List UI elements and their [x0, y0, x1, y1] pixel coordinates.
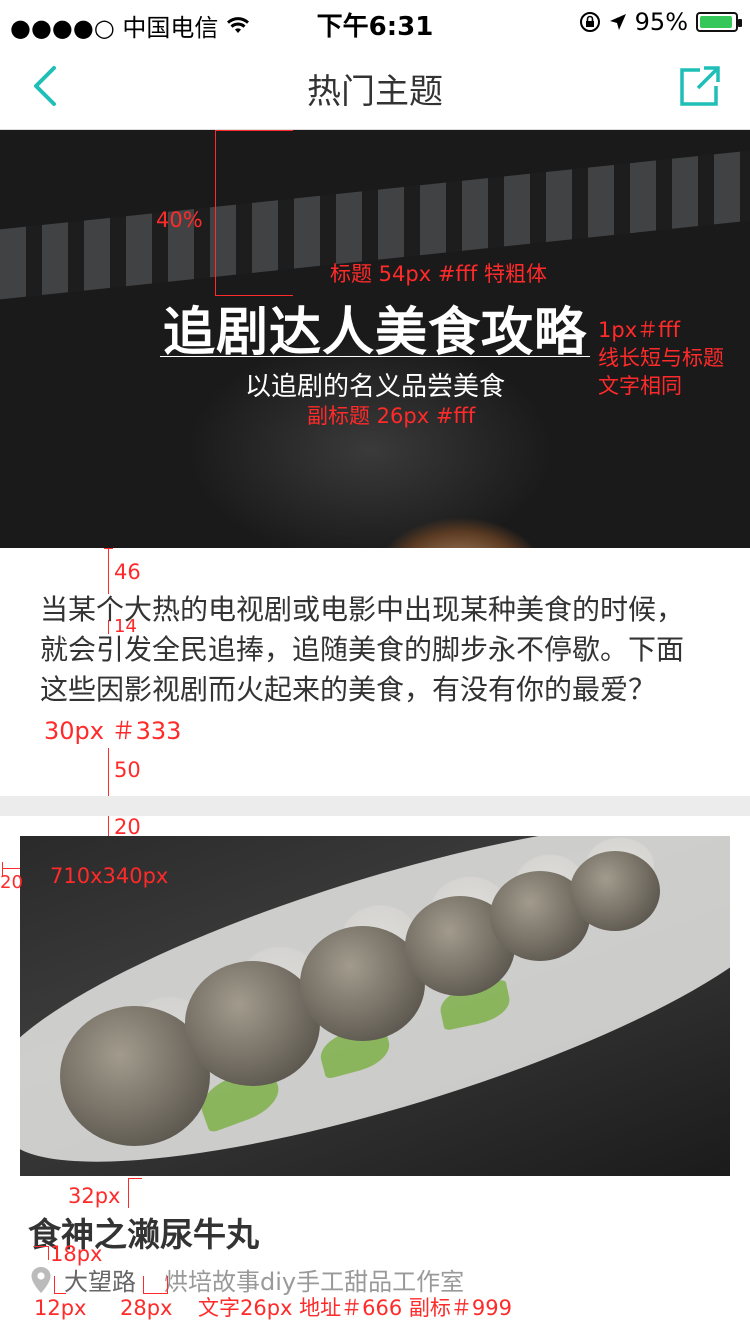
intro-paragraph: 当某个大热的电视剧或电影中出现某种美食的时候，就会引发全民追捧，追随美食的脚步永…	[40, 590, 710, 750]
annotation-line	[108, 816, 109, 836]
status-bar: ●●●●○ 中国电信 下午6:31 95%	[0, 0, 750, 42]
annotation-line	[128, 1178, 129, 1208]
rotation-lock-icon	[579, 12, 600, 32]
annotation-line	[104, 548, 113, 549]
annotation-line	[215, 295, 293, 296]
annotation-line	[108, 748, 109, 796]
annotation-line	[215, 130, 216, 296]
annotation-gap-32: 32px	[68, 1184, 121, 1208]
battery-percent: 95%	[634, 8, 688, 36]
map-pin-icon	[31, 1266, 51, 1293]
status-right: 95%	[579, 8, 742, 36]
annotation-line	[2, 868, 20, 869]
annotation-title-spec: 标题 54px #fff 特粗体	[330, 262, 547, 286]
intro-text: 当某个大热的电视剧或电影中出现某种美食的时候，就会引发全民追捧，追随美食的脚步永…	[40, 593, 685, 706]
nav-bar: 热门主题	[0, 42, 750, 130]
battery-icon	[696, 12, 742, 32]
annotation-meta-spec: 文字26px 地址＃666 副标＃999	[198, 1296, 512, 1320]
annotation-line	[128, 1178, 142, 1179]
annotation-line	[34, 1246, 48, 1247]
annotation-subtitle-spec: 副标题 26px #fff	[307, 404, 476, 428]
screen: ●●●●○ 中国电信 下午6:31 95% 热门主题 追剧达人美食攻略 以追剧的…	[0, 0, 750, 1334]
annotation-text-spec: 30px ＃333	[44, 717, 182, 745]
annotation-hero-top: 40%	[156, 208, 203, 232]
annotation-line	[143, 1293, 168, 1294]
annotation-line	[108, 548, 109, 594]
annotation-line	[143, 1276, 144, 1294]
annotation-margin-20: 20	[0, 872, 23, 893]
annotation-gap-28: 28px	[120, 1296, 173, 1320]
annotation-line	[215, 130, 293, 131]
hero-divider-line	[160, 356, 590, 357]
article-meta: 大望路 烘培故事diy手工甜品工作室	[30, 1262, 464, 1297]
share-icon[interactable]	[678, 64, 722, 108]
annotation-line	[54, 1276, 55, 1294]
location-arrow-icon	[609, 14, 626, 30]
annotation-gap-46: 46	[114, 560, 141, 584]
annotation-line-spec: 1px＃fff 线长短与标题 文字相同	[598, 318, 724, 398]
annotation-gap-50: 50	[114, 758, 141, 782]
annotation-line	[54, 1293, 66, 1294]
annotation-line	[48, 1246, 49, 1260]
annotation-image-spec: 710x340px	[50, 864, 169, 888]
article-address: 大望路	[64, 1268, 136, 1296]
annotation-line	[167, 1276, 168, 1294]
section-divider	[0, 796, 750, 816]
meatball-shape	[570, 851, 660, 931]
annotation-gap-12: 12px	[34, 1296, 87, 1320]
article-shop-name: 烘培故事diy手工甜品工作室	[164, 1268, 465, 1296]
page-title: 热门主题	[307, 72, 443, 112]
